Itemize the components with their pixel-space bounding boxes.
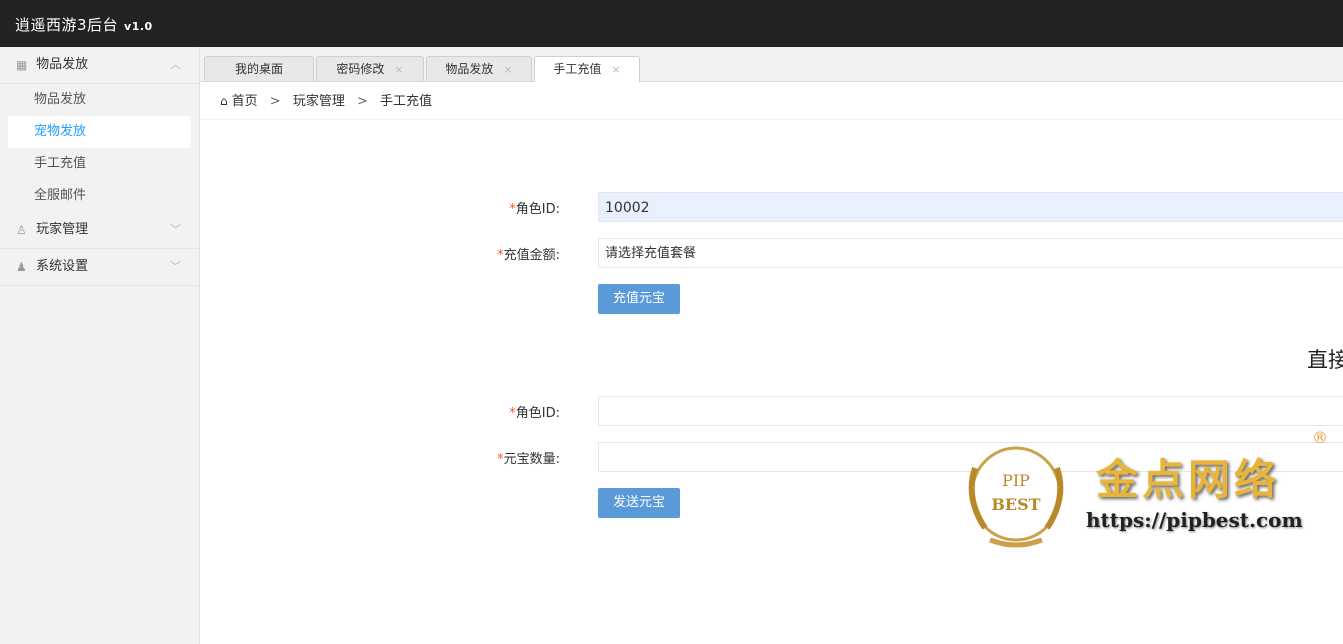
watermark-seal-logo: PIP BEST bbox=[968, 446, 1064, 548]
sidebar-item-pet-dispatch[interactable]: 宠物发放 bbox=[8, 116, 191, 148]
tab-my-desktop[interactable]: 我的桌面 bbox=[204, 56, 314, 81]
breadcrumb-current: 手工充值 bbox=[380, 94, 433, 109]
seal-text-bottom: BEST bbox=[991, 495, 1040, 514]
sidebar-item-item-dispatch[interactable]: 物品发放 bbox=[0, 84, 199, 116]
box-icon: ▦ bbox=[16, 58, 28, 72]
close-icon[interactable]: × bbox=[394, 63, 403, 76]
app-version: v1.0 bbox=[124, 20, 153, 33]
role-id-input[interactable]: 10002 bbox=[598, 192, 1343, 222]
close-icon[interactable]: × bbox=[611, 63, 620, 76]
sidebar-group-player-management[interactable]: ♙ 玩家管理 ﹀ bbox=[0, 212, 199, 249]
sidebar-group-system-settings[interactable]: ♟ 系统设置 ﹀ bbox=[0, 249, 199, 286]
send-ingot-button[interactable]: 发送元宝 bbox=[598, 488, 680, 518]
section-title: 直接 bbox=[1307, 348, 1343, 372]
breadcrumb-home[interactable]: 首页 bbox=[232, 94, 258, 109]
breadcrumb-player-management[interactable]: 玩家管理 bbox=[293, 94, 345, 109]
user-solid-icon: ♟ bbox=[16, 260, 27, 274]
recharge-amount-label: *充值金额: bbox=[497, 248, 560, 263]
sidebar-item-server-mail[interactable]: 全服邮件 bbox=[0, 180, 199, 212]
watermark-brand: 金点网络 bbox=[1096, 455, 1281, 504]
breadcrumb-separator: > bbox=[356, 94, 368, 109]
recharge-ingot-button[interactable]: 充值元宝 bbox=[598, 284, 680, 314]
seal-text-top: PIP bbox=[1002, 471, 1030, 490]
tab-manual-recharge[interactable]: 手工充值 × bbox=[534, 56, 640, 82]
sidebar-item-manual-recharge[interactable]: 手工充值 bbox=[0, 148, 199, 180]
breadcrumb: ⌂ 首页 > 玩家管理 > 手工充值 bbox=[200, 82, 1343, 120]
home-icon: ⌂ bbox=[220, 94, 228, 108]
chevron-down-icon: ﹀ bbox=[170, 260, 181, 273]
sidebar-group-item-dispatch[interactable]: ▦ 物品发放 ︿ bbox=[0, 47, 199, 84]
role-id-label-2: *角色ID: bbox=[509, 406, 560, 421]
close-icon[interactable]: × bbox=[503, 63, 512, 76]
role-id-label: *角色ID: bbox=[509, 202, 560, 217]
chevron-down-icon: ﹀ bbox=[170, 223, 181, 236]
registered-mark: ® bbox=[1312, 428, 1328, 447]
tab-bar: 我的桌面 密码修改 × 物品发放 × 手工充值 × bbox=[200, 47, 1343, 82]
chevron-up-icon: ︿ bbox=[170, 58, 181, 71]
recharge-package-select[interactable]: 请选择充值套餐 bbox=[598, 238, 1343, 268]
watermark-url: https://pipbest.com bbox=[1086, 508, 1303, 532]
top-header: 逍遥西游3后台 v1.0 bbox=[0, 0, 1343, 47]
tab-password-change[interactable]: 密码修改 × bbox=[316, 56, 424, 81]
main-content: ⌂ 首页 > 玩家管理 > 手工充值 *角色ID: 10002 *充值金额: 请选… bbox=[200, 82, 1343, 644]
sidebar: ▦ 物品发放 ︿ 物品发放 宠物发放 手工充值 全服邮件 ♙ 玩家管理 ﹀ ♟ … bbox=[0, 47, 200, 644]
tab-item-dispatch[interactable]: 物品发放 × bbox=[426, 56, 532, 81]
role-id-input-2[interactable] bbox=[598, 396, 1343, 426]
breadcrumb-separator: > bbox=[269, 94, 281, 109]
app-title: 逍遥西游3后台 v1.0 bbox=[15, 16, 153, 34]
ingot-quantity-label: *元宝数量: bbox=[497, 452, 560, 467]
user-outline-icon: ♙ bbox=[16, 223, 27, 237]
